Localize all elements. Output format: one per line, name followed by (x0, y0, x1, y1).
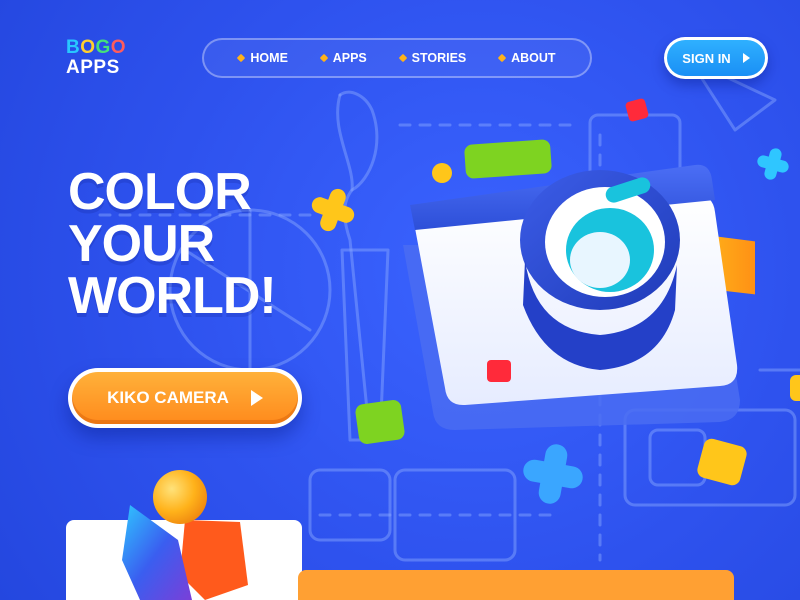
orange-ball-shape (153, 470, 207, 524)
person-3d-icon (122, 470, 248, 600)
hero-stage: BOGO APPS HOME APPS STORIES ABOUT SIGN I… (0, 0, 800, 600)
orange-block-shape (180, 520, 248, 600)
